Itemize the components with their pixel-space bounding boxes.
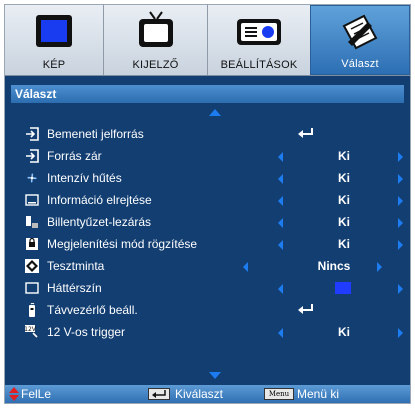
enter-key-icon	[148, 388, 170, 400]
row-label: Billentyűzet-lezárás	[47, 215, 152, 229]
arrow-right-icon[interactable]	[398, 284, 403, 294]
menu-row-high-altitude[interactable]: Intenzív hűtés Ki	[5, 167, 410, 189]
arrow-left-icon[interactable]	[278, 196, 283, 206]
tab-valaszt[interactable]: Választ	[310, 5, 410, 75]
row-label: Megjelenítési mód rögzítése	[47, 237, 198, 251]
osd-menu: KÉP KIJELZŐ BEÁLLÍTÁSOK Választ Választ …	[4, 4, 411, 404]
display-mode-lock-icon	[26, 237, 38, 250]
menu-row-test-pattern[interactable]: Tesztminta Nincs	[5, 255, 410, 277]
row-label: Háttérszín	[47, 281, 102, 295]
keypad-lock-icon	[26, 216, 38, 228]
fan-icon	[27, 173, 37, 183]
menu-row-keypad-lock[interactable]: Billentyűzet-lezárás Ki	[5, 211, 410, 233]
tab-label: BEÁLLÍTÁSOK	[220, 59, 298, 71]
arrow-right-icon[interactable]	[398, 240, 403, 250]
footer-updown-label: FelLe	[21, 387, 52, 401]
input-source-icon	[26, 127, 39, 141]
background-color-icon	[25, 282, 39, 294]
enter-icon[interactable]	[297, 303, 315, 315]
notepad-pencil-icon	[342, 14, 378, 50]
tab-beallitasok[interactable]: BEÁLLÍTÁSOK	[208, 5, 310, 75]
arrow-right-icon[interactable]	[398, 218, 403, 228]
row-value: Ki	[338, 193, 350, 207]
monitor-icon	[36, 15, 72, 47]
arrow-left-icon[interactable]	[278, 218, 283, 228]
trigger-12v-icon: 12V	[25, 325, 38, 338]
tab-kep[interactable]: KÉP	[5, 5, 104, 75]
updown-arrows-icon	[9, 387, 19, 401]
arrow-right-icon[interactable]	[398, 328, 403, 338]
row-value: Ki	[338, 325, 350, 339]
row-label: Információ elrejtése	[47, 193, 152, 207]
row-value: Ki	[338, 149, 350, 163]
row-label: Intenzív hűtés	[47, 171, 122, 185]
projector-icon	[237, 19, 281, 45]
row-label: Forrás zár	[47, 149, 102, 163]
svg-text:12V: 12V	[25, 326, 37, 333]
arrow-left-icon[interactable]	[278, 240, 283, 250]
remote-icon	[29, 303, 35, 317]
tab-label: Választ	[341, 58, 379, 70]
tab-label: KÉP	[42, 59, 66, 71]
footer-menu-label: Menü ki	[297, 387, 340, 401]
row-label: Távvezérlő beáll.	[47, 303, 138, 317]
tab-kijelzo[interactable]: KIJELZŐ	[104, 5, 208, 75]
arrow-left-icon[interactable]	[278, 152, 283, 162]
arrow-left-icon[interactable]	[278, 174, 283, 184]
color-swatch	[335, 282, 351, 294]
arrow-right-icon[interactable]	[377, 262, 382, 272]
menu-row-remote-settings[interactable]: Távvezérlő beáll.	[5, 299, 410, 321]
menu-row-background-color[interactable]: Háttérszín	[5, 277, 410, 299]
tv-icon	[138, 11, 173, 47]
arrow-right-icon[interactable]	[398, 152, 403, 162]
menu-key-icon: Menu	[264, 388, 294, 400]
menu-row-info-hide[interactable]: Információ elrejtése Ki	[5, 189, 410, 211]
menu-row-input-source[interactable]: Bemeneti jelforrás	[5, 123, 410, 145]
info-hide-icon	[25, 194, 39, 206]
row-label: 12 V-os trigger	[47, 325, 126, 339]
row-value: Ki	[338, 237, 350, 251]
section-header: Választ	[11, 85, 404, 103]
scroll-up-icon[interactable]	[209, 109, 221, 116]
tab-bar: KÉP KIJELZŐ BEÁLLÍTÁSOK Választ	[5, 5, 410, 76]
row-label: Bemeneti jelforrás	[47, 127, 144, 141]
menu-row-source-lock[interactable]: Forrás zár Ki	[5, 145, 410, 167]
enter-icon[interactable]	[297, 127, 315, 139]
footer-select-label: Kiválaszt	[175, 387, 224, 401]
menu-row-12v-trigger[interactable]: 12V 12 V-os trigger Ki	[5, 321, 410, 343]
arrow-left-icon[interactable]	[278, 328, 283, 338]
row-label: Tesztminta	[47, 259, 105, 273]
arrow-right-icon[interactable]	[398, 174, 403, 184]
row-value: Ki	[338, 215, 350, 229]
row-value: Ki	[338, 171, 350, 185]
arrow-left-icon[interactable]	[278, 284, 283, 294]
test-pattern-icon	[25, 259, 39, 273]
row-value: Nincs	[317, 259, 351, 273]
source-lock-icon	[26, 149, 39, 163]
menu-row-display-mode-lock[interactable]: Megjelenítési mód rögzítése Ki	[5, 233, 410, 255]
tab-label: KIJELZŐ	[132, 59, 179, 71]
scroll-down-icon[interactable]	[209, 372, 221, 379]
footer-bar: FelLe Kiválaszt Menu Menü ki	[5, 385, 410, 403]
arrow-left-icon[interactable]	[243, 262, 248, 272]
arrow-right-icon[interactable]	[398, 196, 403, 206]
